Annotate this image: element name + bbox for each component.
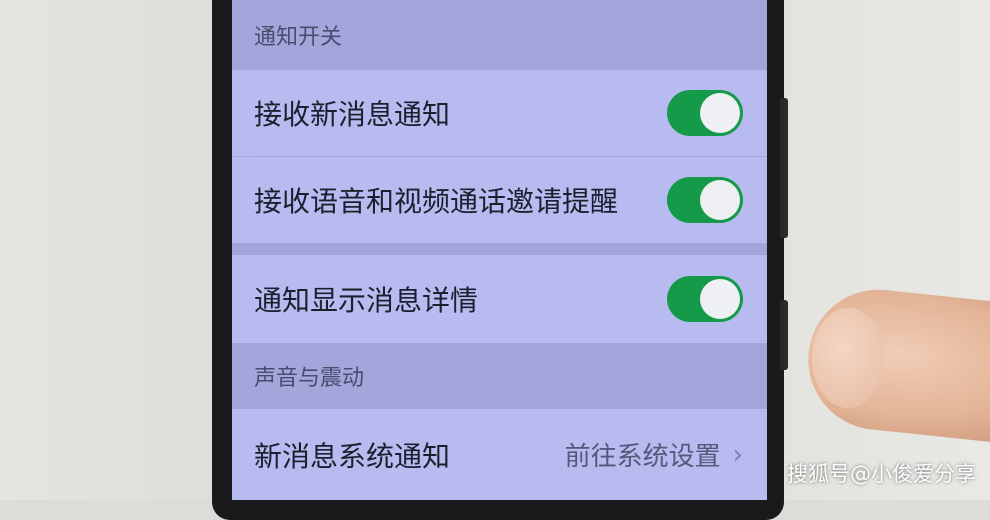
section-header-sound: 声音与震动 [232, 343, 767, 409]
fingernail [812, 308, 884, 408]
section-gap [232, 243, 767, 255]
power-button [780, 300, 788, 370]
receive-new-messages-toggle[interactable] [667, 90, 743, 136]
setting-new-message-system-notify[interactable]: 新消息系统通知 前往系统设置 › [232, 409, 767, 500]
setting-label: 通知显示消息详情 [254, 284, 479, 317]
setting-voice-video-invite[interactable]: 接收语音和视频通话邀请提醒 [232, 157, 767, 243]
watermark: 搜狐号@小俊爱分享 [787, 462, 976, 486]
toggle-knob [700, 93, 740, 133]
voice-video-invite-toggle[interactable] [667, 177, 743, 223]
volume-button [780, 98, 788, 238]
chevron-right-icon: › [732, 439, 743, 470]
toggle-knob [700, 180, 740, 220]
setting-receive-new-messages[interactable]: 接收新消息通知 [232, 70, 767, 156]
settings-screen: 通知开关 接收新消息通知 接收语音和视频通话邀请提醒 通知显示消息详情 声音与震… [232, 0, 767, 500]
setting-label: 接收语音和视频通话邀请提醒 [254, 185, 619, 218]
setting-label: 新消息系统通知 [254, 439, 451, 473]
system-settings-link[interactable]: 前往系统设置 [565, 436, 721, 473]
setting-show-message-details[interactable]: 通知显示消息详情 [232, 255, 767, 343]
toggle-knob [700, 279, 740, 319]
setting-label: 接收新消息通知 [254, 98, 451, 131]
show-message-details-toggle[interactable] [667, 276, 743, 322]
section-header-notifications: 通知开关 [232, 0, 767, 70]
